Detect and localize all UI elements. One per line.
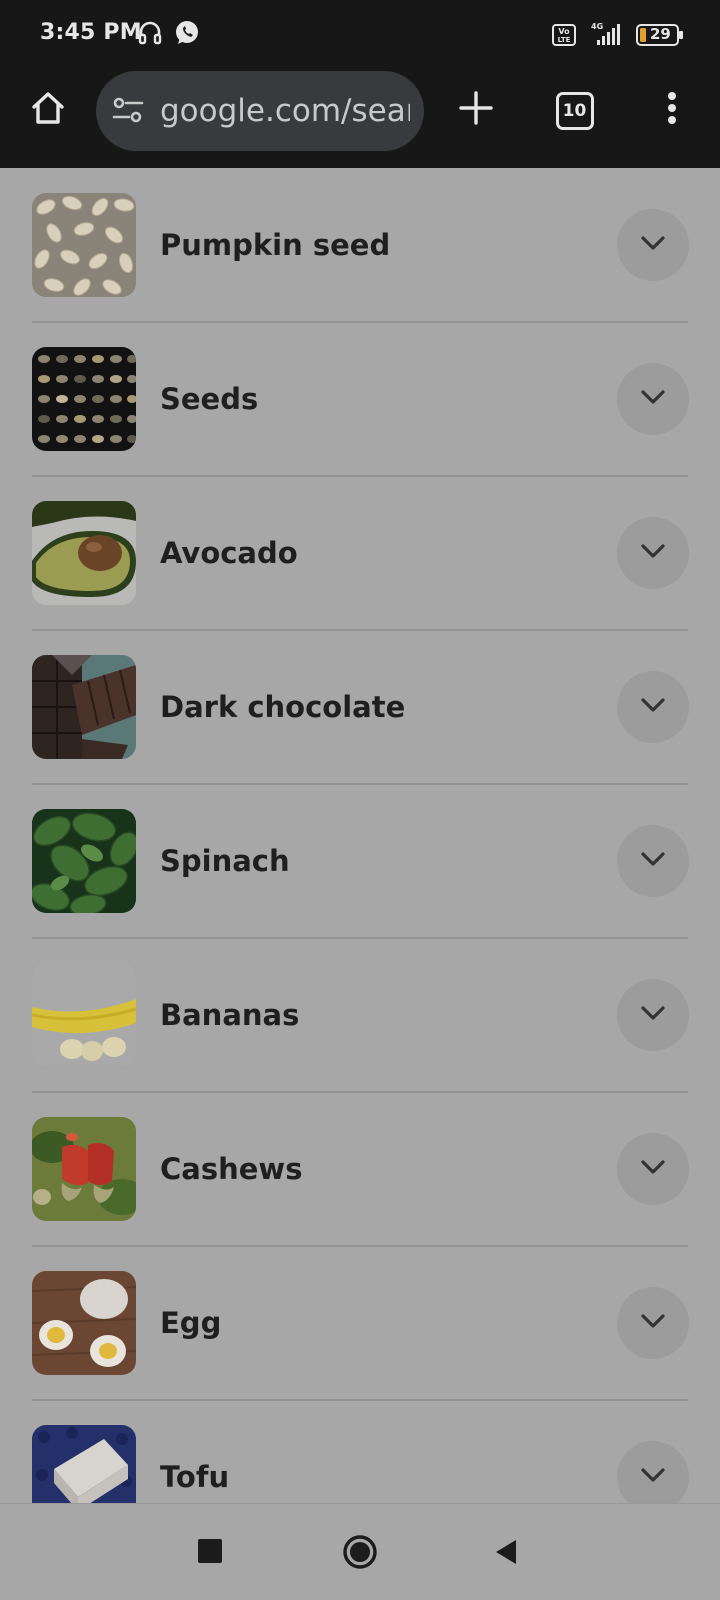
list-item[interactable]: Cashews (0, 1092, 720, 1247)
url-text[interactable]: google.com/search (160, 93, 410, 129)
item-label[interactable]: Pumpkin seed (160, 228, 390, 262)
chevron-down-icon (640, 543, 666, 564)
chevron-down-icon (640, 851, 666, 872)
list-item[interactable]: Dark chocolate (0, 630, 720, 785)
more-icon (666, 90, 678, 131)
dark-chocolate-image (32, 655, 136, 759)
list-item[interactable]: Egg (0, 1246, 720, 1401)
pumpkin-seed-image (32, 193, 136, 297)
expand-button[interactable] (617, 1441, 689, 1503)
expand-button[interactable] (617, 1133, 689, 1205)
address-bar[interactable]: google.com/search (96, 71, 424, 151)
chevron-down-icon (640, 1159, 666, 1180)
item-label[interactable]: Dark chocolate (160, 690, 405, 724)
chevron-down-icon (640, 697, 666, 718)
item-label[interactable]: Egg (160, 1306, 221, 1340)
back-triangle-icon[interactable] (494, 1538, 518, 1571)
item-label[interactable]: Cashews (160, 1152, 302, 1186)
chevron-down-icon (640, 1467, 666, 1488)
status-time: 3:45 PM (40, 20, 142, 45)
new-tab-icon (459, 90, 493, 130)
spinach-image (32, 809, 136, 913)
new-tab-button[interactable] (452, 86, 500, 134)
expand-button[interactable] (617, 671, 689, 743)
chevron-down-icon (640, 1313, 666, 1334)
whatsapp-icon (174, 20, 200, 51)
list-item[interactable]: Bananas (0, 938, 720, 1093)
bananas-image (32, 963, 136, 1067)
headset-icon (138, 20, 162, 51)
cashews-image (32, 1117, 136, 1221)
item-label[interactable]: Tofu (160, 1460, 229, 1494)
tab-switcher-button[interactable]: 10 (552, 88, 598, 134)
tab-count: 10 (562, 100, 587, 121)
signal-icon: 4G (588, 20, 626, 53)
avocado-image (32, 501, 136, 605)
expand-button[interactable] (617, 209, 689, 281)
expand-button[interactable] (617, 517, 689, 589)
item-label[interactable]: Avocado (160, 536, 298, 570)
browser-toolbar: google.com/search 10 (0, 68, 720, 168)
egg-image (32, 1271, 136, 1375)
volte-icon: Vo LTE (552, 24, 576, 51)
chevron-down-icon (640, 1005, 666, 1026)
item-label[interactable]: Bananas (160, 998, 299, 1032)
list-item[interactable]: Avocado (0, 476, 720, 631)
network-label: 4G (591, 22, 603, 31)
home-circle-icon[interactable] (342, 1534, 378, 1575)
expand-button[interactable] (617, 1287, 689, 1359)
svg-text:LTE: LTE (558, 36, 571, 44)
status-bar: 3:45 PM Vo LTE 4G 29 (0, 0, 720, 68)
list-item[interactable]: Tofu (0, 1400, 720, 1503)
results-list: Pumpkin seed Seeds Avocado Dark chocolat… (0, 168, 720, 1503)
volte-label: Vo (558, 27, 570, 36)
expand-button[interactable] (617, 363, 689, 435)
chevron-down-icon (640, 389, 666, 410)
list-item[interactable]: Pumpkin seed (0, 168, 720, 323)
system-nav-bar (0, 1503, 720, 1600)
item-label[interactable]: Seeds (160, 382, 258, 416)
home-button[interactable] (24, 86, 72, 134)
tofu-image (32, 1425, 136, 1503)
list-item[interactable]: Spinach (0, 784, 720, 939)
home-icon (29, 89, 67, 132)
battery-level: 29 (650, 25, 671, 43)
list-item[interactable]: Seeds (0, 322, 720, 477)
tab-switcher-icon: 10 (556, 92, 594, 130)
expand-button[interactable] (617, 825, 689, 897)
seeds-image (32, 347, 136, 451)
site-settings-icon[interactable] (112, 95, 144, 130)
expand-button[interactable] (617, 979, 689, 1051)
item-label[interactable]: Spinach (160, 844, 290, 878)
recents-square-icon[interactable] (197, 1538, 223, 1569)
chevron-down-icon (640, 235, 666, 256)
more-options-button[interactable] (650, 86, 694, 134)
